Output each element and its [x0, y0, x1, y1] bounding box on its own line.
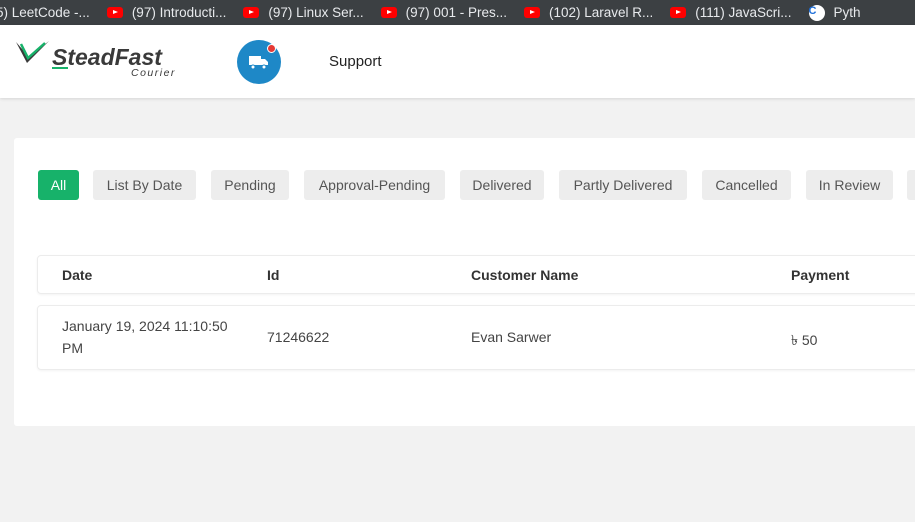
table-row[interactable]: January 19, 2024 11:10:50 PM 71246622 Ev… — [37, 305, 915, 370]
bookmarks-bar: 5) LeetCode -... (97) Introducti... (97)… — [0, 0, 915, 25]
bookmark-item[interactable]: (97) 001 - Pres... — [380, 5, 507, 20]
filter-more[interactable] — [907, 170, 915, 200]
filter-approval-pending[interactable]: Approval-Pending — [304, 170, 445, 200]
column-header-payment[interactable]: Payment — [791, 267, 849, 283]
support-link[interactable]: Support — [329, 53, 382, 70]
youtube-icon — [523, 7, 540, 18]
parcels-card: All List By Date Pending Approval-Pendin… — [14, 138, 915, 426]
filter-all[interactable]: All — [38, 170, 79, 200]
notification-dot — [267, 44, 276, 53]
truck-icon — [249, 56, 268, 70]
bookmark-label: (97) 001 - Pres... — [405, 5, 507, 20]
column-header-customer-name[interactable]: Customer Name — [471, 267, 578, 283]
bookmark-label: (102) Laravel R... — [548, 5, 654, 20]
bookmark-label: (97) Introducti... — [131, 5, 227, 20]
c-icon: C — [808, 4, 825, 21]
brand-tagline: Courier — [131, 67, 176, 79]
steadfast-logo[interactable]: SteadFast Courier — [15, 39, 190, 79]
cell-payment: ৳ 50 — [791, 332, 818, 348]
filter-in-review[interactable]: In Review — [806, 170, 893, 200]
table-header: Date Id Customer Name Payment — [37, 255, 915, 294]
column-header-date[interactable]: Date — [62, 267, 92, 283]
filter-partly-delivered[interactable]: Partly Delivered — [559, 170, 687, 200]
youtube-icon — [106, 7, 123, 18]
bookmark-label: (97) Linux Ser... — [268, 5, 364, 20]
youtube-icon — [380, 7, 397, 18]
bookmark-label: Pyth — [833, 5, 861, 20]
bookmark-item[interactable]: C Pyth — [808, 4, 861, 21]
cell-customer-name: Evan Sarwer — [471, 329, 552, 345]
bookmark-label: (111) JavaScri... — [695, 5, 792, 20]
bookmark-item[interactable]: (102) Laravel R... — [523, 5, 654, 20]
bookmark-item[interactable]: (97) Introducti... — [106, 5, 227, 20]
bookmark-item[interactable]: (111) JavaScri... — [670, 5, 792, 20]
filter-pending[interactable]: Pending — [211, 170, 289, 200]
cell-date: January 19, 2024 11:10:50 PM — [62, 318, 228, 356]
filter-delivered[interactable]: Delivered — [460, 170, 544, 200]
filter-list-by-date[interactable]: List By Date — [93, 170, 196, 200]
filter-cancelled[interactable]: Cancelled — [702, 170, 791, 200]
bookmark-label: 5) LeetCode -... — [0, 5, 90, 20]
youtube-icon — [670, 7, 687, 18]
bookmark-item[interactable]: (97) Linux Ser... — [243, 5, 364, 20]
column-header-id[interactable]: Id — [267, 267, 279, 283]
status-filter-tabs: All List By Date Pending Approval-Pendin… — [38, 170, 915, 200]
cell-id[interactable]: 71246622 — [267, 329, 329, 345]
top-navbar: SteadFast Courier Support — [0, 25, 915, 98]
youtube-icon — [243, 7, 260, 18]
bookmark-item[interactable]: 5) LeetCode -... — [0, 5, 90, 20]
